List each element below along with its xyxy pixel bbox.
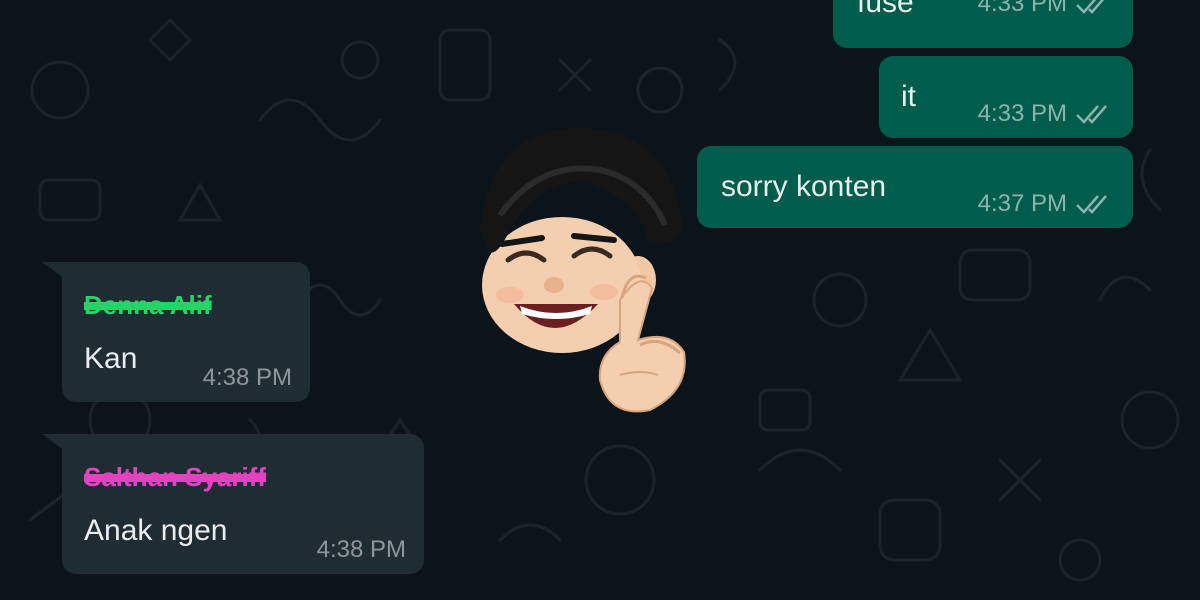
message-time: 4:33 PM — [977, 0, 1067, 17]
message-text: it — [901, 80, 916, 113]
outgoing-message[interactable]: fuse 4:33 PM — [833, 0, 1133, 48]
message-meta: 4:37 PM — [978, 190, 1115, 218]
message-text: sorry konten — [721, 170, 887, 203]
message-time: 4:37 PM — [977, 190, 1067, 217]
message-text: fuse — [857, 0, 914, 19]
outgoing-message[interactable]: it 4:33 PM — [879, 56, 1133, 138]
message-text: Anak ngen — [84, 514, 228, 547]
incoming-message[interactable]: Denna Alif Kan 4:38 PM — [62, 262, 310, 402]
message-text: Kan — [84, 342, 138, 375]
message-time: 4:38 PM — [316, 536, 406, 563]
sender-name[interactable]: Denna Alif — [84, 290, 212, 321]
message-meta: 4:33 PM — [978, 0, 1115, 18]
incoming-message[interactable]: Salthan Syariff Anak ngen 4:38 PM — [62, 434, 424, 574]
message-time: 4:33 PM — [977, 100, 1067, 127]
memoji-fingers-crossed-sticker[interactable] — [470, 120, 700, 420]
outgoing-message[interactable]: sorry konten 4:37 PM — [697, 146, 1133, 228]
message-time: 4:38 PM — [202, 364, 292, 391]
message-meta: 4:33 PM — [978, 100, 1115, 128]
double-check-icon — [1076, 105, 1107, 124]
double-check-icon — [1076, 195, 1107, 214]
double-check-icon — [1076, 0, 1105, 14]
sender-name[interactable]: Salthan Syariff — [84, 462, 266, 493]
